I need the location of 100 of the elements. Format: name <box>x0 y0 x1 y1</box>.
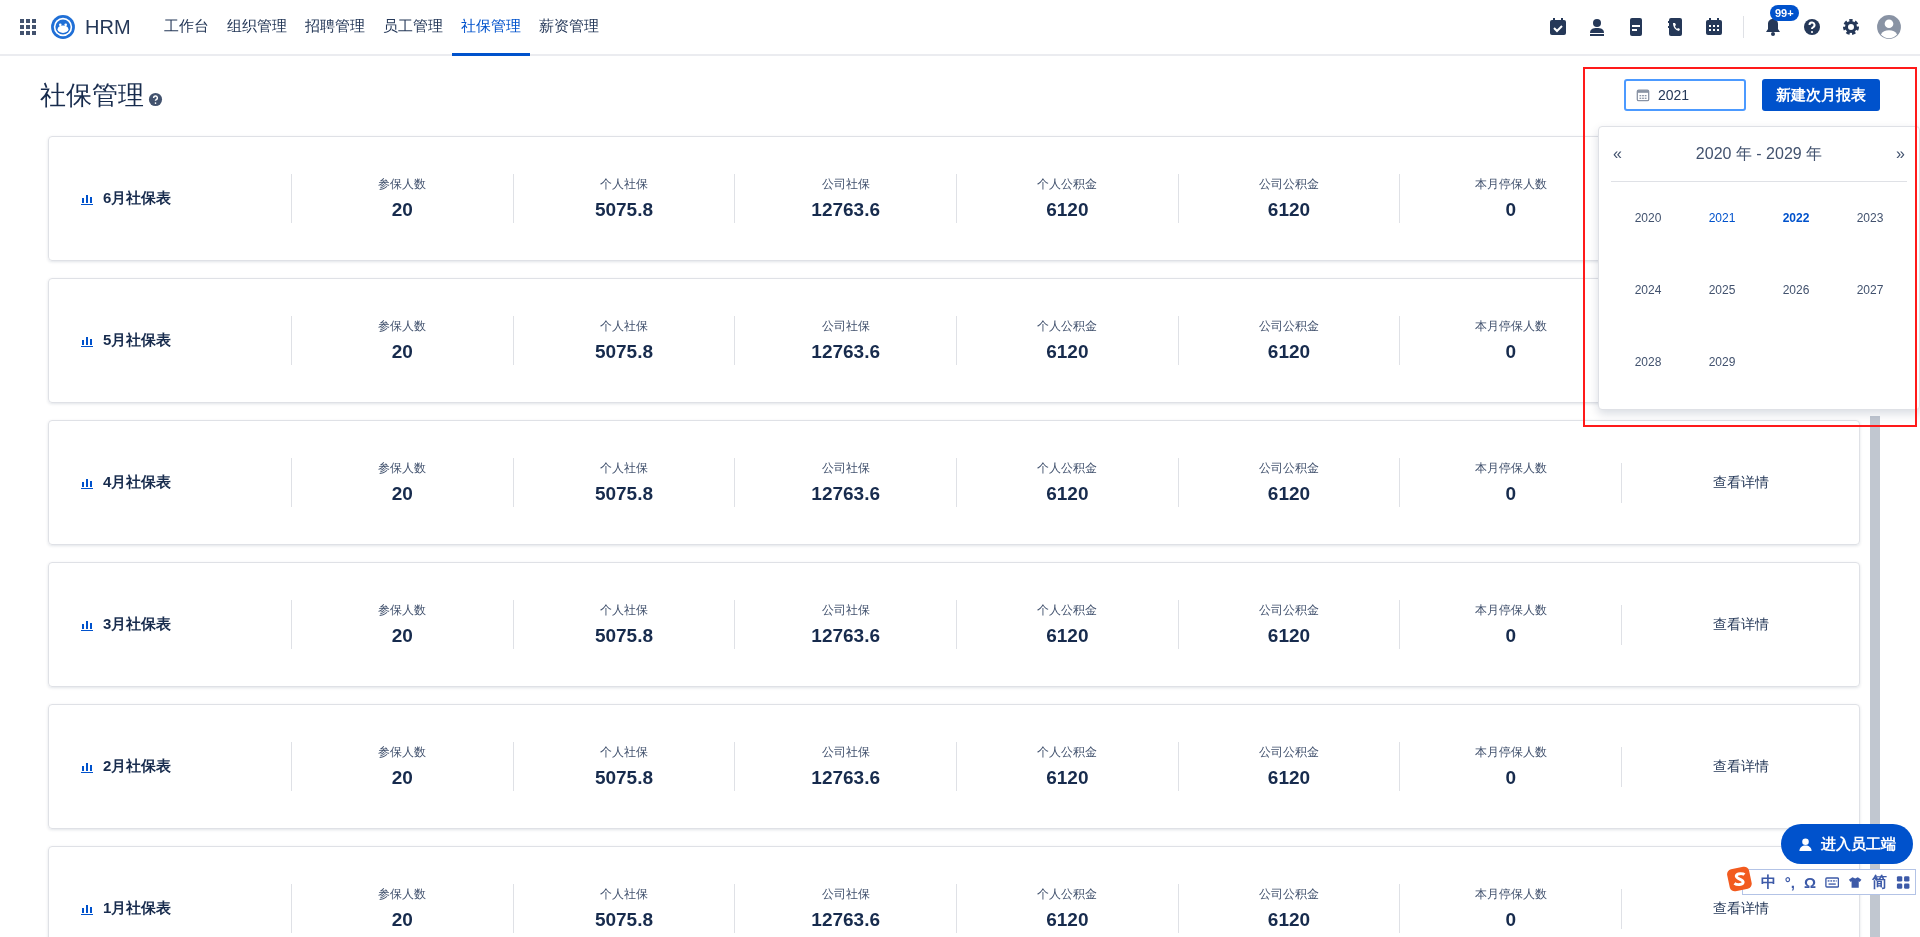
brand-name: HRM <box>85 15 131 39</box>
nav-tab[interactable]: 员工管理 <box>373 0 452 56</box>
bar-chart-icon <box>81 760 93 773</box>
nav-tab[interactable]: 工作台 <box>154 0 218 56</box>
metric-label: 本月停保人数 <box>1474 744 1547 761</box>
metric-value: 6120 <box>1267 625 1311 647</box>
metric-value: 20 <box>391 483 413 505</box>
year-option[interactable]: 2026 <box>1782 283 1810 297</box>
metric-value: 0 <box>1505 767 1516 789</box>
monkey-logo-icon[interactable] <box>50 14 76 40</box>
bar-chart-icon <box>81 476 93 489</box>
symbols-button[interactable]: Ω <box>1804 873 1817 891</box>
year-option[interactable]: 2029 <box>1708 355 1736 369</box>
calendar-icon <box>1636 88 1650 102</box>
metric-label: 公司社保 <box>821 460 870 477</box>
bar-chart-icon <box>81 334 93 347</box>
punctuation-toggle[interactable]: °, <box>1784 873 1795 891</box>
decade-range: 2020 年 - 2029 年 <box>1695 143 1823 164</box>
view-details-link[interactable]: 查看详情 <box>1712 615 1769 634</box>
metric-label: 本月停保人数 <box>1474 886 1547 903</box>
metric-value: 12763.6 <box>811 625 880 647</box>
report-title: 1月社保表 <box>103 899 172 918</box>
report-title: 4月社保表 <box>103 473 172 492</box>
metric-label: 公司社保 <box>821 744 870 761</box>
metric-label: 个人公积金 <box>1037 460 1098 477</box>
year-option[interactable]: 2022 <box>1782 211 1810 225</box>
metric-label: 个人社保 <box>600 602 648 619</box>
chinese-mode-toggle[interactable]: 中 <box>1760 872 1776 892</box>
metric-value: 20 <box>391 767 413 789</box>
notification-count-badge: 99+ <box>1770 5 1799 21</box>
new-report-button[interactable]: 新建次月报表 <box>1762 79 1880 111</box>
year-option[interactable]: 2023 <box>1856 211 1884 225</box>
employee-portal-button[interactable]: 进入员工端 <box>1781 824 1913 864</box>
metric-label: 本月停保人数 <box>1474 318 1547 335</box>
metric-label: 个人公积金 <box>1037 744 1098 761</box>
metric-value: 12763.6 <box>811 199 880 221</box>
metric-value: 6120 <box>1046 625 1089 647</box>
metric-value: 20 <box>391 625 413 647</box>
view-details-link[interactable]: 查看详情 <box>1712 473 1769 492</box>
metric-value: 12763.6 <box>811 767 880 789</box>
metric-value: 6120 <box>1046 199 1089 221</box>
bar-chart-icon <box>81 192 93 205</box>
metric-label: 本月停保人数 <box>1474 176 1547 193</box>
view-details-link[interactable]: 查看详情 <box>1712 757 1769 776</box>
nav-tab[interactable]: 招聘管理 <box>295 0 374 56</box>
next-decade-button[interactable]: » <box>1896 145 1905 163</box>
year-option[interactable]: 2020 <box>1634 211 1662 225</box>
metric-value: 6120 <box>1267 909 1311 931</box>
metric-label: 公司公积金 <box>1259 886 1319 903</box>
calendar-check-icon[interactable] <box>1548 17 1568 37</box>
nav-tab[interactable]: 组织管理 <box>217 0 296 56</box>
metric-value: 6120 <box>1046 909 1089 931</box>
metric-value: 20 <box>391 341 413 363</box>
year-option[interactable]: 2021 <box>1708 211 1736 225</box>
metric-label: 本月停保人数 <box>1474 460 1547 477</box>
view-details-link[interactable]: 查看详情 <box>1712 899 1769 918</box>
nav-tab[interactable]: 薪资管理 <box>529 0 608 56</box>
metric-label: 公司社保 <box>821 318 870 335</box>
metric-value: 12763.6 <box>811 341 880 363</box>
s-logo-icon[interactable] <box>1727 866 1752 892</box>
user-icon[interactable] <box>1587 17 1607 37</box>
metric-value: 20 <box>391 199 413 221</box>
metric-label: 本月停保人数 <box>1474 602 1547 619</box>
year-option[interactable]: 2027 <box>1856 283 1884 297</box>
metric-label: 参保人数 <box>378 318 427 335</box>
metric-value: 6120 <box>1267 341 1311 363</box>
help-icon[interactable] <box>148 91 163 107</box>
year-option[interactable]: 2028 <box>1634 355 1662 369</box>
metric-value: 6120 <box>1046 767 1089 789</box>
previous-decade-button[interactable]: « <box>1613 145 1622 163</box>
settings-icon[interactable] <box>1841 17 1861 37</box>
year-option[interactable]: 2024 <box>1634 283 1662 297</box>
metric-label: 公司社保 <box>821 176 870 193</box>
bar-chart-icon <box>81 902 93 915</box>
metric-label: 参保人数 <box>378 744 427 761</box>
metric-label: 参保人数 <box>378 886 427 903</box>
year-picker-field[interactable]: 2021 <box>1624 79 1746 111</box>
help-icon[interactable] <box>1802 17 1822 37</box>
metric-value: 12763.6 <box>811 483 880 505</box>
shirt-icon[interactable] <box>1848 874 1863 890</box>
bell-icon[interactable] <box>1763 17 1783 37</box>
keyboard-icon[interactable] <box>1825 874 1840 890</box>
metric-label: 公司公积金 <box>1259 460 1319 477</box>
grid-icon[interactable] <box>1895 874 1910 890</box>
phone-book-icon[interactable] <box>1665 17 1685 37</box>
metric-value: 5075.8 <box>594 767 654 789</box>
app-grid-icon[interactable] <box>20 19 36 35</box>
year-option[interactable]: 2025 <box>1708 283 1736 297</box>
simplified-toggle[interactable]: 简 <box>1871 872 1887 892</box>
metric-value: 6120 <box>1046 483 1089 505</box>
metric-value: 6120 <box>1267 483 1311 505</box>
calendar-icon[interactable] <box>1704 17 1724 37</box>
metric-label: 个人公积金 <box>1037 318 1098 335</box>
avatar-icon[interactable] <box>1876 14 1902 40</box>
metric-label: 个人公积金 <box>1037 602 1098 619</box>
metric-label: 个人社保 <box>600 318 648 335</box>
metric-label: 个人社保 <box>600 744 648 761</box>
metric-label: 公司公积金 <box>1259 744 1319 761</box>
metric-label: 公司社保 <box>821 886 870 903</box>
nav-tab[interactable]: 社保管理 <box>451 0 530 56</box>
